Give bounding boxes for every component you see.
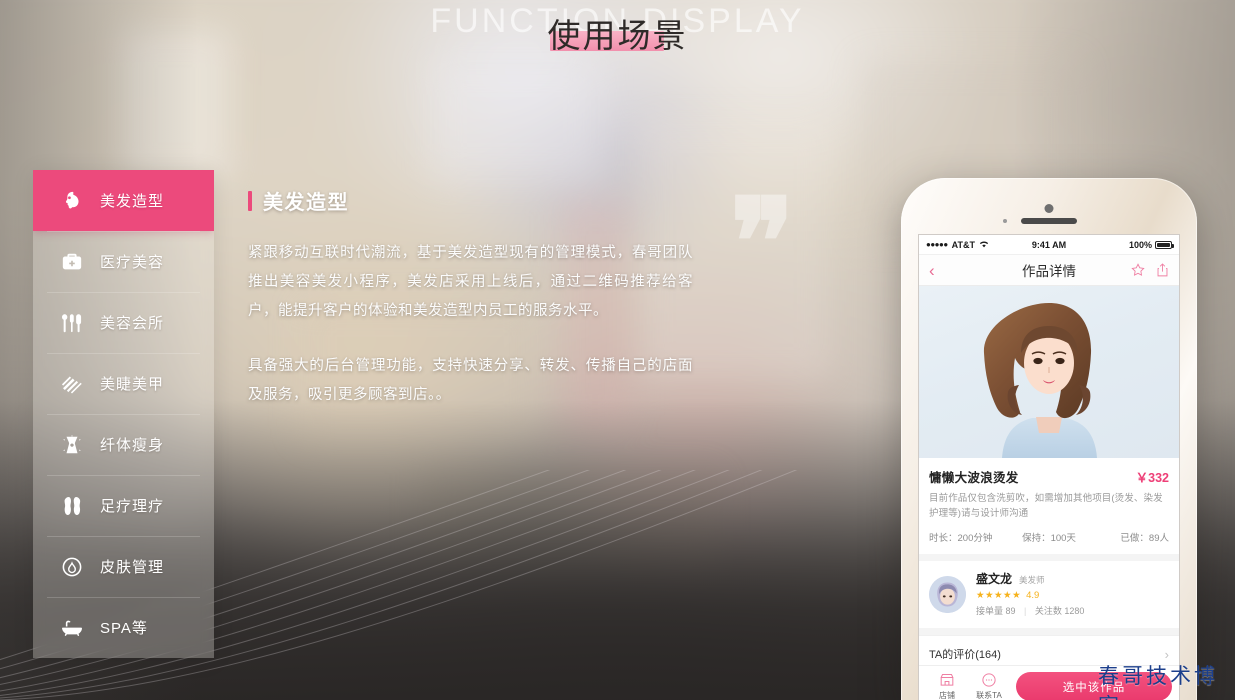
star-icon[interactable] xyxy=(1131,263,1145,277)
skin-care-icon xyxy=(61,556,83,578)
product-stat-done: 已做：89人 xyxy=(1120,533,1169,545)
product-name: 慵懒大波浪烫发 xyxy=(929,471,1019,485)
category-sidebar[interactable]: 美发造型 医疗美容 美容会所 美睫美甲 纤体瘦身 足疗理疗 皮肤管理 SPA等 xyxy=(33,170,214,658)
slimming-icon xyxy=(61,434,83,456)
product-stats: 时长：200分钟 保持：100天 已做：89人 xyxy=(929,530,1169,544)
sidebar-item-label: 足疗理疗 xyxy=(100,498,165,515)
feature-paragraph-2: 具备强大的后台管理功能，支持快速分享、转发、传播自己的店面及服务，吸引更多顾客到… xyxy=(248,358,693,403)
reviews-label: TA的评价(164) xyxy=(929,649,1001,662)
stylist-role: 美发师 xyxy=(1019,575,1045,586)
section-divider-2 xyxy=(919,628,1179,636)
sidebar-item-skin-care[interactable]: 皮肤管理 xyxy=(33,536,214,597)
phone-speaker-icon xyxy=(1021,218,1077,224)
hair-styling-icon xyxy=(61,190,83,212)
stylist-followers: 关注数 1280 xyxy=(1034,606,1085,617)
product-stat-duration: 时长：200分钟 xyxy=(929,533,993,545)
chat-icon xyxy=(981,672,997,688)
sidebar-item-slimming[interactable]: 纤体瘦身 xyxy=(33,414,214,475)
sidebar-item-eyelash-nail[interactable]: 美睫美甲 xyxy=(33,353,214,414)
phone-camera-icon xyxy=(1044,204,1054,213)
rating-stars-icon: ★★★★★ xyxy=(976,590,1022,602)
wifi-icon xyxy=(979,240,989,250)
product-description: 目前作品仅包含洗剪吹，如需增加其他项目(烫发、染发护理等)请与设计师沟通 xyxy=(929,493,1163,519)
page-title-block: FUNCTION DISPLAY 使用场景 xyxy=(0,0,1235,80)
battery-percent-label: 100% xyxy=(1128,239,1152,250)
sidebar-item-label: 纤体瘦身 xyxy=(100,437,165,454)
carrier-label: AT&T xyxy=(951,239,975,250)
product-info: 慵懒大波浪烫发 ￥332 目前作品仅包含洗剪吹，如需增加其他项目(烫发、染发护理… xyxy=(919,458,1179,555)
tab-shop[interactable]: 店铺 xyxy=(926,672,968,700)
foot-massage-icon xyxy=(61,495,83,517)
product-price: ￥332 xyxy=(1135,471,1169,485)
feature-heading: 美发造型 xyxy=(248,186,693,215)
sidebar-item-medical-beauty[interactable]: 医疗美容 xyxy=(33,231,214,292)
sidebar-item-spa[interactable]: SPA等 xyxy=(33,597,214,658)
page-title-chinese-wrap: 使用场景 xyxy=(548,16,688,56)
stylist-orders: 接单量 89 xyxy=(976,606,1016,617)
signal-dots-icon: ●●●●● xyxy=(926,240,948,249)
medical-kit-icon xyxy=(61,251,83,273)
battery-icon xyxy=(1155,240,1174,249)
feature-paragraph-1: 紧跟移动互联时代潮流，基于美发造型现有的管理模式，春哥团队推出美容美发小程序，美… xyxy=(248,245,693,319)
section-divider xyxy=(919,554,1179,562)
bathtub-icon xyxy=(61,617,83,639)
shop-icon xyxy=(939,672,955,688)
sidebar-item-label: 医疗美容 xyxy=(100,254,165,271)
tab-shop-label: 店铺 xyxy=(939,691,955,700)
sidebar-item-label: 皮肤管理 xyxy=(100,559,165,576)
sidebar-item-label: 美容会所 xyxy=(100,315,165,332)
sidebar-item-label: 美发造型 xyxy=(100,193,165,210)
select-work-button[interactable]: 选中该作品 xyxy=(1016,672,1172,700)
heading-accent-bar xyxy=(248,190,252,211)
app-navbar: ‹ 作品详情 xyxy=(919,255,1179,286)
sidebar-item-label: SPA等 xyxy=(100,620,148,637)
status-time: 9:41 AM xyxy=(1031,239,1067,250)
stat-separator: | xyxy=(1024,606,1027,617)
sidebar-item-hair-styling[interactable]: 美发造型 xyxy=(33,170,214,231)
stylist-card[interactable]: 盛文龙 美发师 ★★★★★ 4.9 接单量 89 | 关注数 1280 xyxy=(919,561,1179,629)
page-title-chinese: 使用场景 xyxy=(547,17,688,54)
avatar xyxy=(929,576,966,614)
eyelash-icon xyxy=(61,373,83,395)
product-stat-lasting: 保持：100天 xyxy=(1022,533,1076,545)
work-photo xyxy=(919,286,1179,458)
phone-mockup: ●●●●● AT&T 9:41 AM 100% ‹ 作品详情 慵懒大波浪烫发 ￥… xyxy=(901,178,1197,700)
chevron-right-icon: › xyxy=(1164,646,1169,662)
phone-sensor-icon xyxy=(1003,219,1007,223)
feature-title: 美发造型 xyxy=(263,192,349,214)
phone-screen: ●●●●● AT&T 9:41 AM 100% ‹ 作品详情 慵懒大波浪烫发 ￥… xyxy=(918,234,1180,700)
rating-score: 4.9 xyxy=(1026,590,1040,602)
app-bottom-bar: 店铺 联系TA 选中该作品 xyxy=(919,665,1179,700)
feature-description: 美发造型 紧跟移动互联时代潮流，基于美发造型现有的管理模式，春哥团队推出美容美发… xyxy=(248,186,693,410)
sidebar-item-label: 美睫美甲 xyxy=(100,376,165,393)
stylist-name: 盛文龙 xyxy=(976,572,1013,587)
share-icon[interactable] xyxy=(1156,263,1169,277)
cosmetics-icon xyxy=(61,312,83,334)
sidebar-item-beauty-club[interactable]: 美容会所 xyxy=(33,292,214,353)
sidebar-item-foot-massage[interactable]: 足疗理疗 xyxy=(33,475,214,536)
status-bar: ●●●●● AT&T 9:41 AM 100% xyxy=(919,235,1179,255)
tab-contact-label: 联系TA xyxy=(976,691,1002,700)
tab-contact[interactable]: 联系TA xyxy=(968,672,1010,700)
